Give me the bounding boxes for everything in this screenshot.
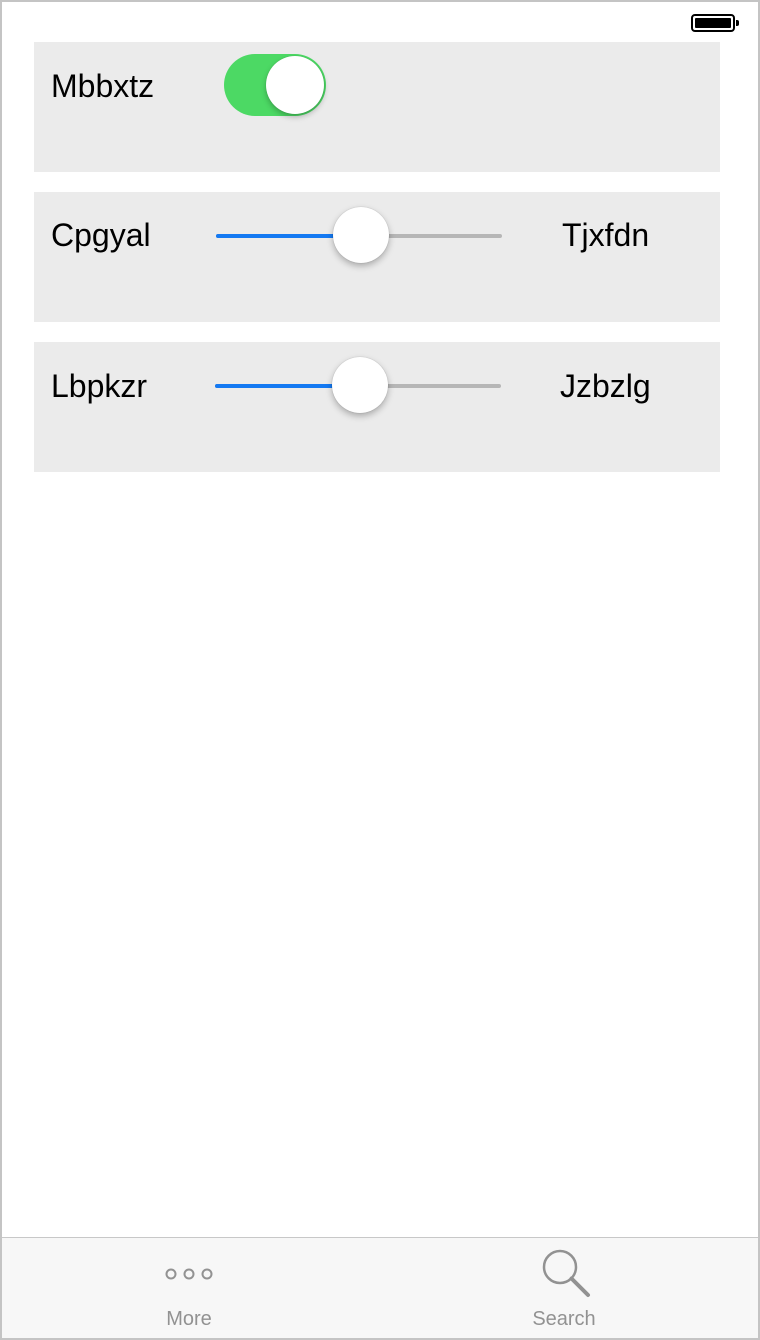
search-icon	[484, 1248, 644, 1304]
battery-full-icon	[691, 14, 739, 32]
toggle-switch[interactable]	[224, 54, 326, 116]
battery-level	[695, 18, 731, 28]
slider-thumb[interactable]	[333, 207, 389, 263]
more-dots-icon	[109, 1248, 269, 1304]
toggle-row-label: Mbbxtz	[51, 68, 155, 104]
slider-1[interactable]	[216, 206, 502, 266]
slider-2-right-label: Jzbzlg	[560, 368, 651, 404]
settings-row-slider-2: Lbpkzr Jzbzlg	[34, 342, 720, 472]
slider-thumb[interactable]	[332, 357, 388, 413]
tab-search[interactable]: Search	[484, 1238, 644, 1338]
slider-1-right-label: Tjxfdn	[562, 217, 650, 253]
tab-more[interactable]: More	[109, 1238, 269, 1338]
slider-1-left-label: Cpgyal	[51, 217, 151, 253]
settings-row-slider-1: Cpgyal Tjxfdn	[34, 192, 720, 322]
battery-tip	[736, 20, 739, 26]
tab-search-label: Search	[532, 1308, 596, 1330]
app-screen: Mbbxtz Cpgyal Tjxfdn Lbpkzr Jzbzlg More …	[0, 0, 760, 1340]
slider-2[interactable]	[215, 356, 501, 416]
toggle-knob	[266, 56, 324, 114]
slider-2-left-label: Lbpkzr	[51, 368, 148, 404]
settings-row-toggle: Mbbxtz	[34, 42, 720, 172]
tab-bar: More Search	[2, 1237, 758, 1338]
tab-more-label: More	[166, 1308, 212, 1330]
